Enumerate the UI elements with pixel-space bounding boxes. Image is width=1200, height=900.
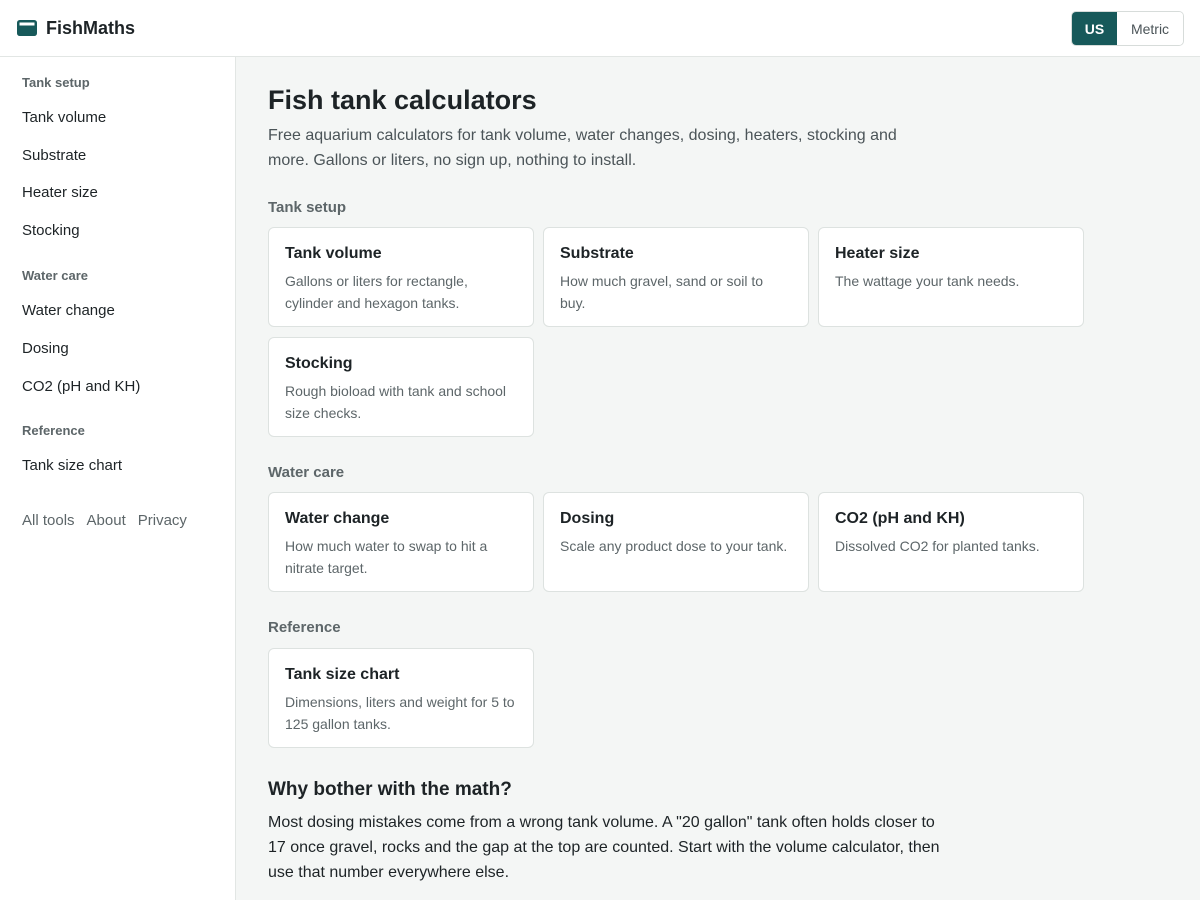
card-description: Rough bioload with tank and school size … xyxy=(285,383,507,421)
card-heater-size[interactable]: Heater size The wattage your tank needs. xyxy=(818,227,1084,327)
card-water-change[interactable]: Water change How much water to swap to h… xyxy=(268,492,534,592)
all-tools-link[interactable]: All tools xyxy=(22,512,75,529)
unit-us-button[interactable]: US xyxy=(1072,12,1117,45)
sidebar-heading-water-care: Water care xyxy=(22,268,88,283)
about-link[interactable]: About xyxy=(87,512,126,529)
why-heading: Why bother with the math? xyxy=(268,779,512,800)
sidebar-item-tank-volume[interactable]: Tank volume xyxy=(22,109,106,126)
card-title: Heater size xyxy=(835,245,920,262)
card-description: Scale any product dose to your tank. xyxy=(560,538,788,554)
sidebar-item-substrate[interactable]: Substrate xyxy=(22,147,86,164)
card-title: Tank size chart xyxy=(285,666,400,683)
sidebar-item-stocking[interactable]: Stocking xyxy=(22,222,80,239)
section-label-reference: Reference xyxy=(268,619,341,636)
card-title: CO2 (pH and KH) xyxy=(835,510,965,527)
top-bar: FishMaths US Metric xyxy=(0,0,1200,57)
sidebar-heading-tank-setup: Tank setup xyxy=(22,75,90,90)
card-tank-volume[interactable]: Tank volume Gallons or liters for rectan… xyxy=(268,227,534,327)
card-title: Tank volume xyxy=(285,245,382,262)
card-dosing[interactable]: Dosing Scale any product dose to your ta… xyxy=(543,492,809,592)
privacy-link[interactable]: Privacy xyxy=(138,512,187,529)
tank-icon xyxy=(17,20,37,36)
card-title: Stocking xyxy=(285,355,353,372)
card-description: How much gravel, sand or soil to buy. xyxy=(560,273,764,311)
section-label-tank-setup: Tank setup xyxy=(268,199,347,216)
intro-text: Free aquarium calculators for tank volum… xyxy=(268,127,897,169)
sidebar-footer-links: All tools About Privacy xyxy=(22,512,187,529)
card-co2[interactable]: CO2 (pH and KH) Dissolved CO2 for plante… xyxy=(818,492,1084,592)
unit-toggle: US Metric xyxy=(1071,11,1184,46)
card-stocking[interactable]: Stocking Rough bioload with tank and sch… xyxy=(268,337,534,437)
why-body-text: Most dosing mistakes come from a wrong t… xyxy=(268,814,940,881)
card-tank-size-chart[interactable]: Tank size chart Dimensions, liters and w… xyxy=(268,648,534,748)
sidebar-item-co2[interactable]: CO2 (pH and KH) xyxy=(22,378,140,395)
sidebar-item-tank-size-chart[interactable]: Tank size chart xyxy=(22,457,122,474)
brand-link[interactable]: FishMaths xyxy=(17,16,135,40)
page-title: Fish tank calculators xyxy=(268,85,537,115)
sidebar-item-dosing[interactable]: Dosing xyxy=(22,340,69,357)
sidebar: Tank setup Tank volume Substrate Heater … xyxy=(0,57,236,900)
card-description: Dissolved CO2 for planted tanks. xyxy=(835,538,1040,554)
sidebar-item-heater-size[interactable]: Heater size xyxy=(22,184,98,201)
card-description: The wattage your tank needs. xyxy=(835,273,1020,289)
card-description: Dimensions, liters and weight for 5 to 1… xyxy=(285,694,515,732)
section-label-water-care: Water care xyxy=(268,464,345,481)
card-title: Water change xyxy=(285,510,390,527)
app-name: FishMaths xyxy=(46,17,136,38)
card-title: Dosing xyxy=(560,510,615,527)
card-substrate[interactable]: Substrate How much gravel, sand or soil … xyxy=(543,227,809,327)
unit-metric-button[interactable]: Metric xyxy=(1117,12,1183,45)
sidebar-item-water-change[interactable]: Water change xyxy=(22,302,115,319)
card-description: How much water to swap to hit a nitrate … xyxy=(285,538,488,576)
card-description: Gallons or liters for rectangle, cylinde… xyxy=(285,273,468,311)
sidebar-heading-reference: Reference xyxy=(22,423,85,438)
card-title: Substrate xyxy=(560,245,634,262)
